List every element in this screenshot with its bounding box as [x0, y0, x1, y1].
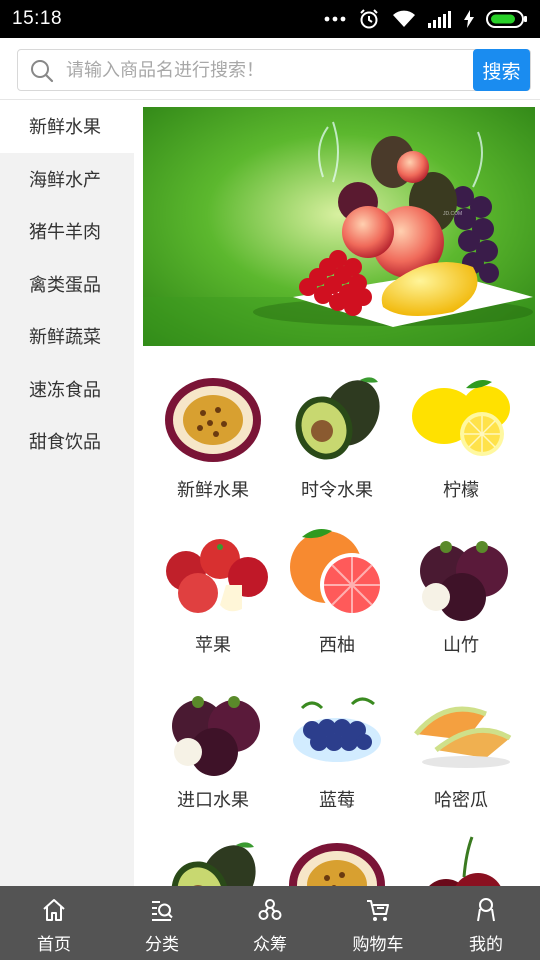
alarm-icon — [360, 9, 378, 29]
cherry-image — [429, 836, 501, 886]
mangosteen-image — [172, 696, 260, 776]
product-label: 蓝莓 — [319, 790, 355, 811]
avocado-image — [295, 377, 380, 460]
melon-image — [414, 706, 512, 768]
product-item[interactable] — [151, 833, 275, 886]
sidebar-item-frozen-food[interactable]: 速冻食品 — [0, 363, 134, 416]
product-item[interactable]: 哈密瓜 — [399, 678, 523, 828]
category-search-icon — [152, 901, 173, 921]
status-bar: 15:18 — [0, 0, 540, 38]
nav-home[interactable]: 首页 — [0, 886, 108, 960]
battery-icon — [486, 10, 527, 28]
product-label: 哈密瓜 — [434, 790, 488, 811]
home-icon — [43, 899, 65, 921]
nav-profile[interactable]: 我的 — [432, 886, 540, 960]
lemon-image — [412, 380, 510, 456]
sidebar-item-meat[interactable]: 猪牛羊肉 — [0, 205, 134, 258]
nav-cart-label: 购物车 — [352, 935, 404, 955]
promo-banner[interactable]: JD.COM — [143, 107, 535, 346]
grapefruit-image — [290, 529, 384, 617]
search-input[interactable] — [66, 56, 466, 84]
status-time: 15:18 — [12, 8, 63, 29]
nav-crowdfunding-label: 众筹 — [253, 935, 287, 955]
charging-icon — [464, 10, 474, 28]
fruit-banner-image: JD.COM — [143, 107, 535, 346]
product-label: 西柚 — [319, 635, 355, 656]
blueberry-image — [293, 697, 381, 762]
passion-fruit-image — [165, 378, 261, 462]
wifi-icon — [393, 10, 415, 27]
product-label: 苹果 — [195, 635, 231, 656]
sidebar-item-label: 新鲜水果 — [29, 117, 101, 139]
product-item[interactable]: 苹果 — [151, 523, 275, 673]
nav-crowdfunding[interactable]: 众筹 — [216, 886, 324, 960]
sidebar-item-vegetables[interactable]: 新鲜蔬菜 — [0, 310, 134, 363]
product-item[interactable]: 时令水果 — [275, 368, 399, 518]
apple-image — [166, 539, 268, 613]
search-box: 搜索 — [17, 49, 531, 91]
sidebar-item-label: 速冻食品 — [29, 379, 101, 401]
nav-cart[interactable]: 购物车 — [324, 886, 432, 960]
more-dots-icon — [324, 16, 346, 22]
product-item[interactable]: 山竹 — [399, 523, 523, 673]
search-bar: 搜索 — [0, 38, 540, 100]
search-button[interactable]: 搜索 — [473, 49, 530, 91]
product-label: 新鲜水果 — [177, 480, 249, 501]
nav-profile-label: 我的 — [469, 935, 503, 955]
product-label: 柠檬 — [443, 480, 479, 501]
category-content: JD.COM 新鲜水果 时令水果 柠檬苹果 西柚 山竹进口水果 蓝莓 哈密瓜 — [134, 100, 540, 886]
cart-icon — [367, 900, 389, 921]
sidebar-item-label: 海鲜水产 — [29, 169, 101, 191]
sidebar-item-label: 新鲜蔬菜 — [29, 327, 101, 349]
status-icons — [324, 8, 528, 30]
product-item[interactable]: 新鲜水果 — [151, 368, 275, 518]
profile-icon — [477, 898, 495, 922]
signal-icon — [428, 11, 451, 28]
product-item[interactable]: 西柚 — [275, 523, 399, 673]
product-item[interactable]: 柠檬 — [399, 368, 523, 518]
category-sidebar: 新鲜水果 海鲜水产 猪牛羊肉 禽类蛋品 新鲜蔬菜 速冻食品 甜食饮品 — [0, 100, 134, 886]
product-item[interactable]: 蓝莓 — [275, 678, 399, 828]
bottom-nav: 首页 分类 众筹 购物车 我的 — [0, 886, 540, 960]
sidebar-item-label: 禽类蛋品 — [29, 274, 101, 296]
nav-home-label: 首页 — [37, 935, 71, 955]
product-label: 山竹 — [443, 635, 479, 656]
nav-category[interactable]: 分类 — [108, 886, 216, 960]
sidebar-item-label: 猪牛羊肉 — [29, 222, 101, 244]
sidebar-item-seafood[interactable]: 海鲜水产 — [0, 153, 134, 206]
banner-watermark: JD.COM — [443, 211, 462, 217]
crowdfunding-icon — [258, 899, 282, 920]
sidebar-item-desserts-drinks[interactable]: 甜食饮品 — [0, 415, 134, 468]
product-item[interactable] — [275, 833, 399, 886]
sidebar-item-fresh-fruit[interactable]: 新鲜水果 — [0, 100, 134, 153]
mangosteen-image — [420, 541, 508, 621]
nav-category-label: 分类 — [145, 935, 179, 955]
avocado-image — [171, 842, 256, 886]
passion-fruit-image — [289, 843, 385, 886]
search-icon — [31, 60, 54, 83]
product-item[interactable] — [399, 833, 523, 886]
product-label: 进口水果 — [177, 790, 249, 811]
product-label: 时令水果 — [301, 480, 373, 501]
app-screen: 15:18 搜索 新鲜水果 海鲜水产 猪牛羊肉 禽类蛋品 新鲜蔬菜 速冻食品 甜… — [0, 0, 540, 960]
sidebar-item-label: 甜食饮品 — [29, 432, 101, 454]
product-item[interactable]: 进口水果 — [151, 678, 275, 828]
sidebar-item-poultry-eggs[interactable]: 禽类蛋品 — [0, 258, 134, 311]
